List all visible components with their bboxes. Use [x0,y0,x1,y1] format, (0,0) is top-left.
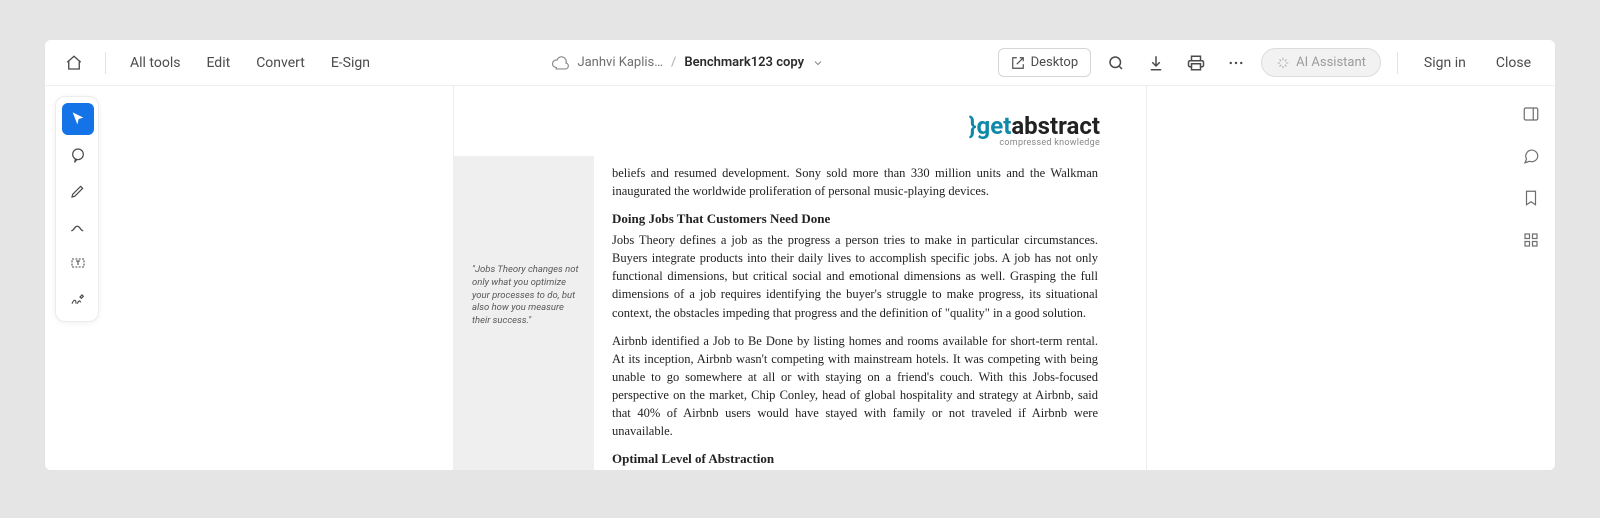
paragraph: Airbnb identified a Job to Be Done by li… [612,332,1098,441]
panel-toggle-icon[interactable] [1517,100,1545,128]
open-external-icon [1011,56,1025,70]
brand-get: get [977,112,1012,140]
cloud-icon [551,54,569,72]
close-button[interactable]: Close [1486,49,1541,77]
divider [1397,52,1398,74]
grid-icon[interactable] [1517,226,1545,254]
desktop-button[interactable]: Desktop [998,48,1092,77]
workspace: }getabstract compressed knowledge "Jobs … [45,86,1555,470]
menu-esign[interactable]: E-Sign [323,49,378,77]
topbar-left: All tools Edit Convert E-Sign [59,48,378,78]
menu-all-tools[interactable]: All tools [122,49,188,77]
select-tool[interactable] [62,103,94,135]
right-rail [1517,100,1545,254]
ai-assistant-button[interactable]: AI Assistant [1261,48,1381,77]
topbar-right: Desktop AI Assistant Sign in Cl [998,48,1541,78]
highlight-tool[interactable] [62,175,94,207]
bookmark-icon[interactable] [1517,184,1545,212]
document-columns: "Jobs Theory changes not only what you o… [454,156,1146,470]
menu-edit[interactable]: Edit [198,49,238,77]
breadcrumb-title: Benchmark123 copy [684,55,804,70]
sign-tool[interactable] [62,283,94,315]
search-icon[interactable] [1101,48,1131,78]
breadcrumb-owner: Janhvi Kaplis… [577,55,663,70]
menu-convert[interactable]: Convert [248,49,313,77]
document-page: }getabstract compressed knowledge "Jobs … [454,86,1146,470]
textbox-tool[interactable] [62,247,94,279]
paragraph: beliefs and resumed development. Sony so… [612,164,1098,200]
topbar: All tools Edit Convert E-Sign Janhvi Kap… [45,40,1555,86]
draw-tool[interactable] [62,211,94,243]
section-heading: Doing Jobs That Customers Need Done [612,210,1098,229]
desktop-label: Desktop [1031,55,1079,70]
section-heading: Optimal Level of Abstraction [612,450,1098,469]
brand-abstract: abstract [1011,112,1100,140]
brand-logo: }getabstract compressed knowledge [969,112,1100,148]
more-icon[interactable] [1221,48,1251,78]
signin-button[interactable]: Sign in [1414,49,1476,77]
sparkle-icon [1276,56,1290,70]
chat-icon[interactable] [1517,142,1545,170]
margin-column: "Jobs Theory changes not only what you o… [454,156,594,470]
page-area[interactable]: }getabstract compressed knowledge "Jobs … [45,86,1555,470]
ai-label: AI Assistant [1296,55,1366,70]
app-frame: All tools Edit Convert E-Sign Janhvi Kap… [45,40,1555,470]
brand-brace: } [969,112,977,140]
left-toolbar [55,96,99,322]
topbar-center: Janhvi Kaplis… / Benchmark123 copy [388,54,988,72]
home-icon[interactable] [59,48,89,78]
paragraph: Jobs Theory defines a job as the progres… [612,231,1098,322]
breadcrumb[interactable]: Janhvi Kaplis… / Benchmark123 copy [551,54,824,72]
download-icon[interactable] [1141,48,1171,78]
comment-tool[interactable] [62,139,94,171]
print-icon[interactable] [1181,48,1211,78]
chevron-down-icon[interactable] [812,57,824,69]
divider [105,52,106,74]
breadcrumb-separator: / [671,55,676,70]
content-column: beliefs and resumed development. Sony so… [594,156,1146,470]
margin-quote-1: "Jobs Theory changes not only what you o… [472,264,584,328]
